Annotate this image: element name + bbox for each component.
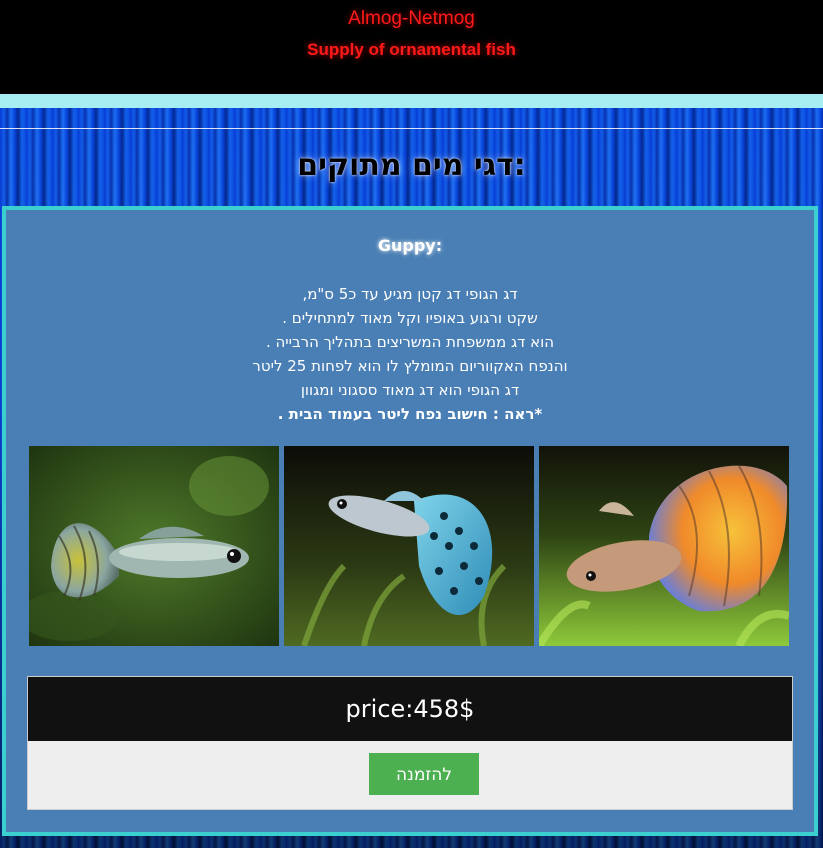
description-line: הוא דג ממשפחת המשריצים בתהליך הרבייה . [265,333,555,351]
guppy-photo-orange [539,446,789,646]
description-line: והנפח האקווריום המומלץ לו הוא לפחות 25 ל… [252,357,568,375]
header-divider-bar [0,94,823,108]
volume-note: *ראה : חישוב נפח ליטר בעמוד הבית . [277,405,543,423]
price-panel: price:458$ להזמנה [27,676,793,810]
brand-name[interactable]: Almog-Netmog [0,8,823,30]
guppy-photo-green [29,446,279,646]
description-line: דג הגופי דג קטן מגיע עד כ5 ס"מ, [302,285,518,303]
description-line: שקט ורגוע באופיו וקל מאוד למתחילים . [282,309,538,327]
price-label: price:458$ [28,677,792,741]
site-tagline: Supply of ornamental fish [307,40,516,59]
product-description: דג הגופי דג קטן מגיע עד כ5 ס"מ, שקט ורגו… [6,282,814,426]
order-button[interactable]: להזמנה [369,753,479,795]
horizontal-rule [0,128,823,129]
product-name: Guppy: [377,236,443,255]
product-gallery [29,446,791,646]
product-card: Guppy: דג הגופי דג קטן מגיע עד כ5 ס"מ, ש… [2,206,818,836]
page-title: דגי מים מתוקים: [297,148,526,183]
guppy-photo-blue [284,446,534,646]
description-line: דג הגופי הוא דג מאוד ססגוני ומגוון [300,381,520,399]
site-header: Almog-Netmog Supply of ornamental fish [0,0,823,94]
